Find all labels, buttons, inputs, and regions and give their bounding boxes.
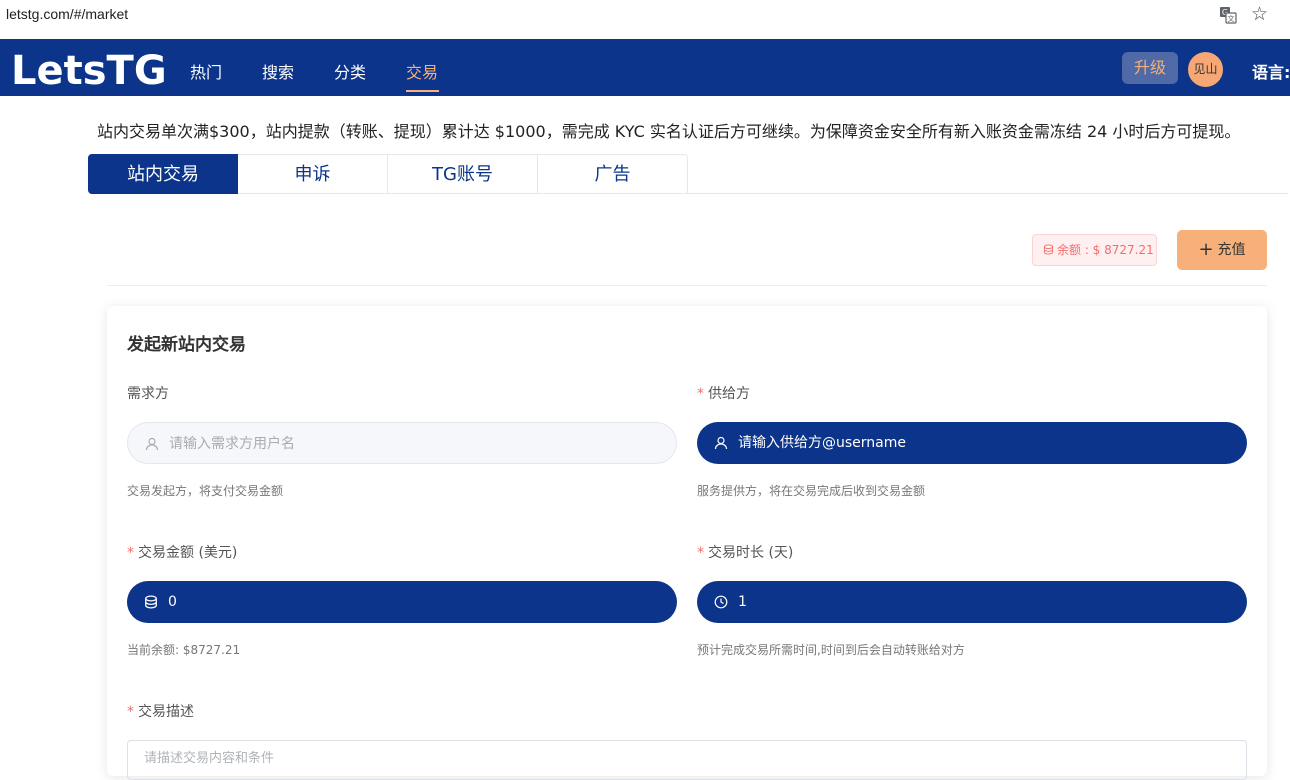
plus-icon: + <box>1198 239 1214 260</box>
demander-placeholder: 请输入需求方用户名 <box>169 436 295 452</box>
form-title: 发起新站内交易 <box>127 335 246 355</box>
duration-input[interactable]: 1 <box>697 581 1247 623</box>
divider <box>107 285 1267 286</box>
url-text[interactable]: letstg.com/#/market <box>6 6 128 22</box>
tab-appeal[interactable]: 申诉 <box>238 154 388 194</box>
supplier-label: * 供给方 <box>697 386 750 402</box>
translate-icon[interactable]: G 文 <box>1219 6 1237 24</box>
duration-label: * 交易时长 (天) <box>697 545 794 561</box>
demander-label: 需求方 <box>127 386 169 402</box>
duration-hint: 预计完成交易所需时间,时间到后会自动转账给对方 <box>697 643 965 657</box>
tab-internal-trade[interactable]: 站内交易 <box>88 154 238 194</box>
coins-icon <box>1043 244 1054 255</box>
nav-item-hot[interactable]: 热门 <box>190 59 222 83</box>
balance-text: 余额 : $ 8727.21 <box>1057 243 1154 257</box>
new-trade-card: 发起新站内交易 需求方 请输入需求方用户名 交易发起方，将支付交易金额 * 供给方… <box>107 306 1267 780</box>
demander-hint: 交易发起方，将支付交易金额 <box>127 484 284 498</box>
tab-divider <box>688 193 1288 194</box>
upgrade-button[interactable]: 升级 <box>1122 52 1178 84</box>
user-icon <box>714 422 728 464</box>
amount-input[interactable]: 0 <box>127 581 677 623</box>
kyc-notice: 站内交易单次满$300，站内提款（转账、提现）累计达 $1000，需完成 KYC… <box>97 122 1241 141</box>
tab-tg-account[interactable]: TG账号 <box>388 154 538 194</box>
nav-item-trade[interactable]: 交易 <box>406 59 438 83</box>
nav-item-category[interactable]: 分类 <box>334 59 366 83</box>
svg-text:文: 文 <box>1228 14 1235 23</box>
user-icon <box>145 423 159 465</box>
amount-label: * 交易金额 (美元) <box>127 545 238 561</box>
amount-value: 0 <box>168 594 177 610</box>
browser-address-bar: letstg.com/#/market G 文 ☆ <box>0 0 1290 30</box>
tab-ads[interactable]: 广告 <box>538 154 688 194</box>
language-selector[interactable]: 语言: <box>1252 59 1290 83</box>
description-label: * 交易描述 <box>127 704 194 720</box>
top-nav: LetsTG 热门 搜索 分类 交易 升级 见山 语言: <box>0 39 1290 96</box>
recharge-button[interactable]: + 充值 <box>1177 230 1267 270</box>
supplier-placeholder: 请输入供给方@username <box>738 435 906 451</box>
clock-icon <box>714 581 728 623</box>
tab-bar: 站内交易 申诉 TG账号 广告 <box>88 154 688 194</box>
supplier-hint: 服务提供方，将在交易完成后收到交易金额 <box>697 484 926 498</box>
supplier-input[interactable]: 请输入供给方@username <box>697 422 1247 464</box>
avatar[interactable]: 见山 <box>1188 52 1223 87</box>
nav-active-indicator <box>406 90 439 92</box>
recharge-label: 充值 <box>1217 242 1246 258</box>
duration-value: 1 <box>738 594 747 610</box>
amount-hint: 当前余额: $8727.21 <box>127 643 241 657</box>
balance-badge: 余额 : $ 8727.21 <box>1032 234 1157 266</box>
demander-input[interactable]: 请输入需求方用户名 <box>127 422 677 464</box>
nav-item-search[interactable]: 搜索 <box>262 59 294 83</box>
description-textarea[interactable]: 请描述交易内容和条件 <box>127 740 1247 780</box>
coins-icon <box>144 581 158 623</box>
logo[interactable]: LetsTG <box>11 47 167 95</box>
bookmark-star-icon[interactable]: ☆ <box>1251 3 1268 25</box>
